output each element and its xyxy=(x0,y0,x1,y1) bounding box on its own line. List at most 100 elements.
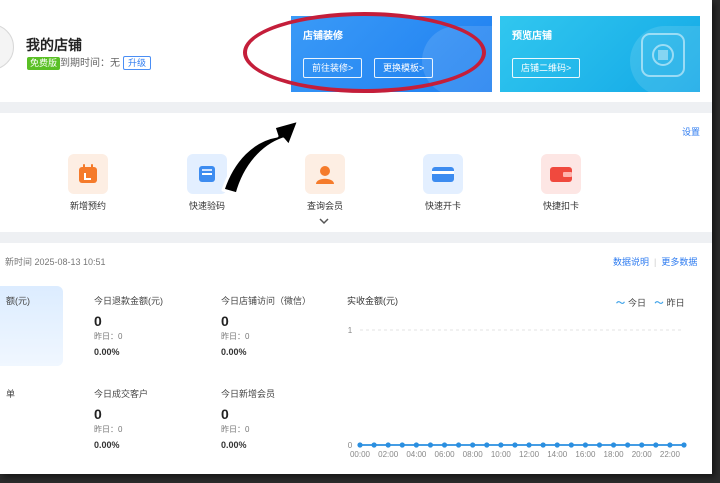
stat-deal-customers: 今日成交客户 0 昨日：0 0.00% xyxy=(94,387,214,450)
data-point xyxy=(427,442,434,448)
x-tick-label: 04:00 xyxy=(406,450,427,459)
legend-item-today[interactable]: ～今日 xyxy=(616,298,646,308)
data-point xyxy=(540,442,546,448)
data-point xyxy=(582,442,588,448)
member-icon xyxy=(305,154,345,194)
store-avatar[interactable] xyxy=(0,24,14,70)
x-tick-label: 14:00 xyxy=(547,450,568,459)
stat-value: 0 xyxy=(221,406,229,422)
data-point xyxy=(456,442,462,448)
data-explain-link[interactable]: 数据说明 xyxy=(613,257,649,267)
data-point xyxy=(554,442,560,448)
update-time: 新时间 2025-08-13 10:51 xyxy=(5,257,106,267)
stat-value: 0 xyxy=(221,313,229,329)
legend-label: 昨日 xyxy=(666,298,685,308)
x-tick-label: 22:00 xyxy=(660,450,681,459)
data-links: 数据说明 | 更多数据 xyxy=(613,255,697,268)
quick-action-label: 快速验码 xyxy=(188,201,225,211)
red-highlight-ellipse xyxy=(243,12,486,93)
data-point xyxy=(681,442,687,448)
legend-item-yesterday[interactable]: ～昨日 xyxy=(655,298,685,308)
preview-card-title: 预览店铺 xyxy=(512,31,552,42)
store-qr-button[interactable]: 店铺二维码> xyxy=(512,58,581,78)
revenue-highlight-tile[interactable]: 额(元) xyxy=(0,286,63,366)
stat-yesterday: 昨日：0 xyxy=(94,425,123,434)
link-divider: | xyxy=(654,257,657,267)
stat-label: 今日退款金额(元) xyxy=(94,296,163,306)
x-tick-label: 02:00 xyxy=(378,450,399,459)
stat-yesterday: 昨日：0 xyxy=(221,425,250,434)
stat-percent: 0.00% xyxy=(221,347,247,357)
stat-label: 今日店铺访问（微信） xyxy=(221,296,312,306)
settings-link[interactable]: 设置 xyxy=(682,125,700,138)
data-point xyxy=(470,442,476,448)
data-point xyxy=(625,442,631,448)
x-tick-label: 08:00 xyxy=(463,450,484,459)
quick-action-deduct-card[interactable]: 快捷扣卡 xyxy=(531,154,591,212)
data-point xyxy=(441,442,448,448)
store-header: 我的店铺 免费版 到期时间：无 升级 店铺装修 前往装修> 更换模板> 预览店铺… xyxy=(0,0,712,102)
store-title: 我的店铺 xyxy=(26,37,82,53)
y-tick-label: 0 xyxy=(348,441,353,450)
data-point xyxy=(357,442,363,448)
app-window: 我的店铺 免费版 到期时间：无 升级 店铺装修 前往装修> 更换模板> 预览店铺… xyxy=(0,0,712,474)
stat-refund-amount: 今日退款金额(元) 0 昨日：0 0.00% xyxy=(94,294,214,357)
stat-label: 今日成交客户 xyxy=(94,389,149,399)
x-tick-label: 12:00 xyxy=(519,450,540,459)
stat-new-members: 今日新增会员 0 昨日：0 0.00% xyxy=(221,387,341,450)
data-point xyxy=(399,442,405,448)
x-tick-label: 18:00 xyxy=(604,450,625,459)
quick-action-new-booking[interactable]: 新增预约 xyxy=(58,154,118,212)
chart-legend: ～今日 ～昨日 xyxy=(610,296,685,309)
x-tick-label: 00:00 xyxy=(350,450,371,459)
data-point xyxy=(385,442,391,448)
data-point xyxy=(526,442,532,448)
quick-action-label: 快捷扣卡 xyxy=(542,201,579,211)
data-point xyxy=(484,442,490,448)
calendar-icon xyxy=(68,154,108,194)
wave-icon: ～ xyxy=(616,298,626,308)
wallet-icon xyxy=(541,154,581,194)
stat-percent: 0.00% xyxy=(94,440,120,450)
data-point xyxy=(653,442,659,448)
data-point xyxy=(498,442,504,448)
free-plan-badge: 免费版 xyxy=(27,57,61,70)
card-icon xyxy=(423,154,463,194)
stat-value: 0 xyxy=(94,406,102,422)
stat-percent: 0.00% xyxy=(221,440,247,450)
expire-text: 到期时间：无 xyxy=(60,58,120,69)
preview-store-card: 预览店铺 店铺二维码> xyxy=(500,16,700,92)
upgrade-button[interactable]: 升级 xyxy=(123,56,152,70)
stat-label: 今日新增会员 xyxy=(221,389,276,399)
annotation-arrow xyxy=(221,118,301,196)
stat-yesterday: 昨日：0 xyxy=(221,332,250,341)
quick-action-label: 查询会员 xyxy=(306,201,343,211)
quick-action-label: 快速开卡 xyxy=(424,201,461,211)
data-point xyxy=(610,442,617,448)
revenue-line-chart: 0 1 00:00 02:00 04:00 06:00 08:00 10:00 12:00 14:… xyxy=(348,326,687,459)
data-overview-panel: 新时间 2025-08-13 10:51 数据说明 | 更多数据 额(元) 单 今日… xyxy=(0,243,712,474)
chevron-down-icon[interactable] xyxy=(318,217,330,225)
data-point xyxy=(596,442,603,448)
x-tick-label: 10:00 xyxy=(491,450,512,459)
data-point xyxy=(667,442,673,448)
x-tick-label: 06:00 xyxy=(435,450,456,459)
data-point xyxy=(512,442,518,448)
stat-yesterday: 昨日：0 xyxy=(94,332,123,341)
data-point xyxy=(568,442,574,448)
quick-actions-panel: 设置 新增预约 快速验码 查询会员 快速开卡 快捷扣卡 xyxy=(0,113,712,232)
highlight-label: 额(元) xyxy=(6,296,30,306)
quick-action-open-card[interactable]: 快速开卡 xyxy=(413,154,473,212)
x-tick-label: 16:00 xyxy=(575,450,596,459)
data-point xyxy=(639,442,645,448)
chart-title: 实收金额(元) xyxy=(347,296,398,306)
qr-decoration-icon xyxy=(641,33,685,77)
y-tick-label: 1 xyxy=(348,326,353,335)
stat-value: 0 xyxy=(94,313,102,329)
more-data-link[interactable]: 更多数据 xyxy=(661,257,697,267)
data-point xyxy=(371,442,377,448)
stat-percent: 0.00% xyxy=(94,347,120,357)
quick-action-label: 新增预约 xyxy=(69,201,106,211)
wave-icon: ～ xyxy=(654,298,664,308)
orders-label-cut: 单 xyxy=(6,389,16,399)
